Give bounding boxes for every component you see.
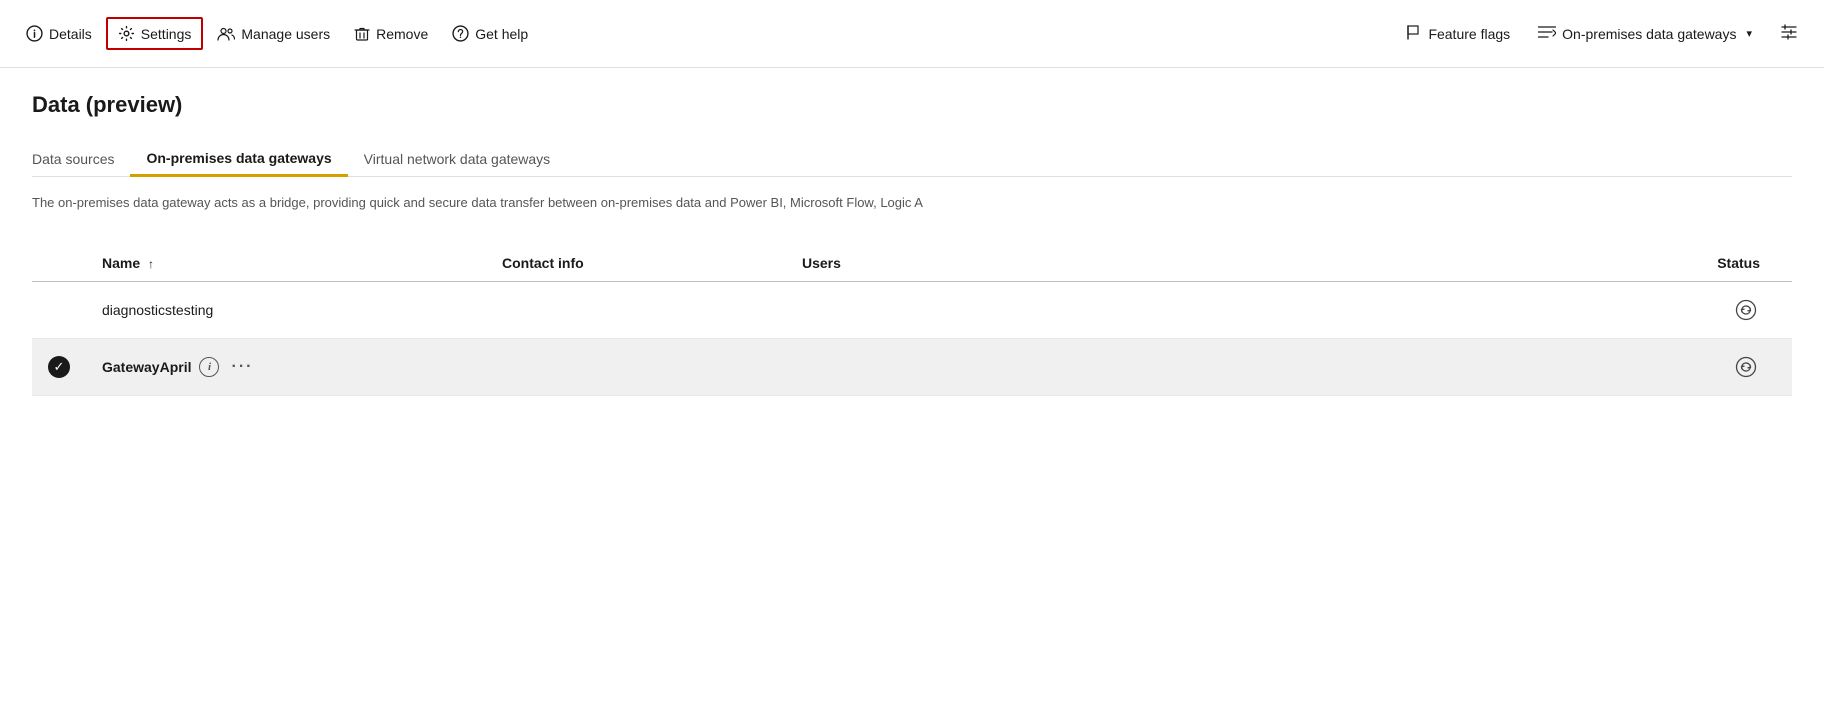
name-header-label: Name — [102, 255, 140, 271]
contact-cell — [486, 338, 786, 395]
status-column-header: Status — [986, 245, 1792, 282]
users-cell — [786, 281, 986, 338]
more-options-button[interactable]: ··· — [227, 356, 257, 378]
users-column-header: Users — [786, 245, 986, 282]
details-label: Details — [49, 26, 92, 42]
flag-icon — [1406, 24, 1422, 43]
description-text: The on-premises data gateway acts as a b… — [32, 193, 1792, 213]
help-icon — [452, 25, 469, 42]
remove-label: Remove — [376, 26, 428, 42]
table-header-row: Name ↑ Contact info Users Status — [32, 245, 1792, 282]
manage-users-label: Manage users — [241, 26, 330, 42]
contact-column-header: Contact info — [486, 245, 786, 282]
table-row[interactable]: diagnosticstesting — [32, 281, 1792, 338]
tab-data-sources[interactable]: Data sources — [32, 143, 130, 177]
gear-icon — [118, 25, 135, 42]
contact-cell — [486, 281, 786, 338]
status-header-label: Status — [1717, 255, 1760, 271]
contact-header-label: Contact info — [502, 255, 584, 271]
remove-button[interactable]: Remove — [344, 20, 438, 48]
feature-flags-label: Feature flags — [1428, 26, 1510, 42]
status-cell — [986, 338, 1792, 395]
name-column-header[interactable]: Name ↑ — [86, 245, 486, 282]
sort-asc-icon: ↑ — [148, 257, 154, 271]
details-icon — [26, 25, 43, 42]
get-help-button[interactable]: Get help — [442, 19, 538, 48]
details-button[interactable]: Details — [16, 19, 102, 48]
on-premises-label: On-premises data gateways — [1562, 26, 1736, 42]
filter-panel-button[interactable] — [1770, 17, 1808, 50]
tab-on-premises[interactable]: On-premises data gateways — [130, 142, 347, 177]
select-cell — [32, 281, 86, 338]
filter-icon — [1780, 23, 1798, 44]
info-button[interactable]: i — [199, 357, 219, 377]
page-title: Data (preview) — [32, 92, 1792, 118]
sync-status-icon — [1732, 353, 1760, 381]
settings-button[interactable]: Settings — [106, 17, 204, 50]
toolbar: Details Settings Manage us — [0, 0, 1824, 68]
tab-virtual-network[interactable]: Virtual network data gateways — [348, 143, 567, 177]
gateway-name: diagnosticstesting — [102, 302, 213, 318]
select-cell: ✓ — [32, 338, 86, 395]
gateways-table: Name ↑ Contact info Users Status diagn — [32, 245, 1792, 396]
sync-status-icon — [1732, 296, 1760, 324]
settings-label: Settings — [141, 26, 192, 42]
manage-users-button[interactable]: Manage users — [207, 19, 340, 49]
users-cell — [786, 338, 986, 395]
toolbar-left: Details Settings Manage us — [16, 17, 1396, 50]
select-column-header — [32, 245, 86, 282]
gateway-name: GatewayApril — [102, 359, 191, 375]
users-header-label: Users — [802, 255, 841, 271]
status-cell — [986, 281, 1792, 338]
selected-checkmark-icon: ✓ — [48, 356, 70, 378]
on-premises-dropdown-button[interactable]: On-premises data gateways ▾ — [1528, 19, 1762, 48]
feature-flags-button[interactable]: Feature flags — [1396, 18, 1520, 49]
toolbar-right: Feature flags On-premises data gateways … — [1396, 17, 1808, 50]
main-content: Data (preview) Data sources On-premises … — [0, 68, 1824, 420]
table-row[interactable]: ✓ GatewayApril i ··· — [32, 338, 1792, 395]
trash-icon — [354, 26, 370, 42]
get-help-label: Get help — [475, 26, 528, 42]
dropdown-chevron-icon: ▾ — [1746, 27, 1752, 40]
name-cell: diagnosticstesting — [86, 281, 486, 338]
onprem-icon — [1538, 25, 1556, 42]
people-icon — [217, 25, 235, 43]
tab-bar: Data sources On-premises data gateways V… — [32, 142, 1792, 177]
name-cell: GatewayApril i ··· — [86, 338, 486, 395]
row-actions: GatewayApril i ··· — [102, 356, 257, 378]
